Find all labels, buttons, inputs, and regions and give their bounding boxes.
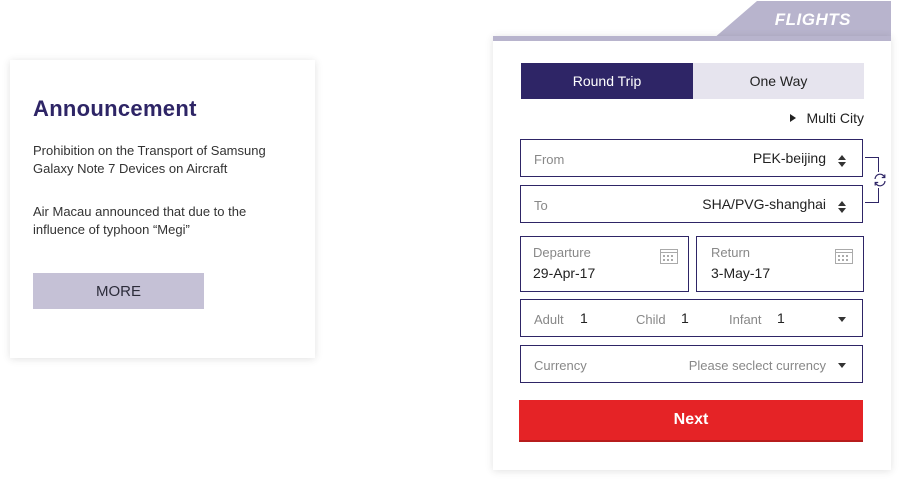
currency-select[interactable]: Currency Please seclect currency (520, 345, 863, 383)
child-count: 1 (681, 310, 689, 326)
multi-city-label: Multi City (806, 110, 864, 126)
flights-tab-label: FLIGHTS (774, 10, 851, 29)
chevron-down-icon (838, 363, 846, 368)
announcement-item[interactable]: Air Macau announced that due to the infl… (33, 203, 283, 239)
infant-count: 1 (777, 310, 785, 326)
from-select[interactable]: From PEK-beijing (520, 139, 863, 177)
next-button[interactable]: Next (519, 400, 863, 440)
currency-label: Currency (534, 358, 587, 373)
passenger-selector[interactable]: Adult 1 Child 1 Infant 1 (520, 299, 863, 337)
updown-arrows-icon (838, 201, 846, 213)
announcement-item[interactable]: Prohibition on the Transport of Samsung … (33, 142, 283, 178)
adult-label: Adult (534, 312, 564, 327)
infant-label: Infant (729, 312, 762, 327)
return-value: 3-May-17 (711, 265, 771, 281)
child-label: Child (636, 312, 666, 327)
to-select[interactable]: To SHA/PVG-shanghai (520, 185, 863, 223)
calendar-icon[interactable] (835, 248, 853, 264)
round-trip-button[interactable]: Round Trip (521, 63, 693, 99)
panel-top-bar (493, 36, 891, 41)
departure-label: Departure (533, 245, 591, 260)
flight-search-panel: Round Trip One Way Multi City From PEK-b… (493, 36, 891, 470)
chevron-down-icon (838, 317, 846, 322)
return-date-field[interactable]: Return 3-May-17 (696, 236, 864, 292)
to-label: To (534, 198, 548, 213)
one-way-button[interactable]: One Way (693, 63, 864, 99)
flights-tab[interactable]: FLIGHTS (713, 1, 891, 39)
multi-city-link[interactable]: Multi City (790, 110, 864, 126)
from-label: From (534, 152, 565, 167)
departure-value: 29-Apr-17 (533, 265, 596, 281)
announcement-card: Announcement Prohibition on the Transpor… (10, 60, 315, 358)
departure-date-field[interactable]: Departure 29-Apr-17 (520, 236, 689, 292)
from-value: PEK-beijing (752, 150, 826, 166)
currency-placeholder: Please seclect currency (688, 358, 826, 373)
more-button[interactable]: MORE (33, 273, 204, 309)
return-label: Return (711, 245, 751, 260)
announcement-title: Announcement (33, 96, 197, 121)
updown-arrows-icon (838, 155, 846, 167)
adult-count: 1 (580, 310, 588, 326)
calendar-icon[interactable] (660, 248, 678, 264)
swap-icon[interactable] (872, 172, 888, 188)
to-value: SHA/PVG-shanghai (702, 196, 826, 212)
caret-right-icon (790, 114, 797, 122)
